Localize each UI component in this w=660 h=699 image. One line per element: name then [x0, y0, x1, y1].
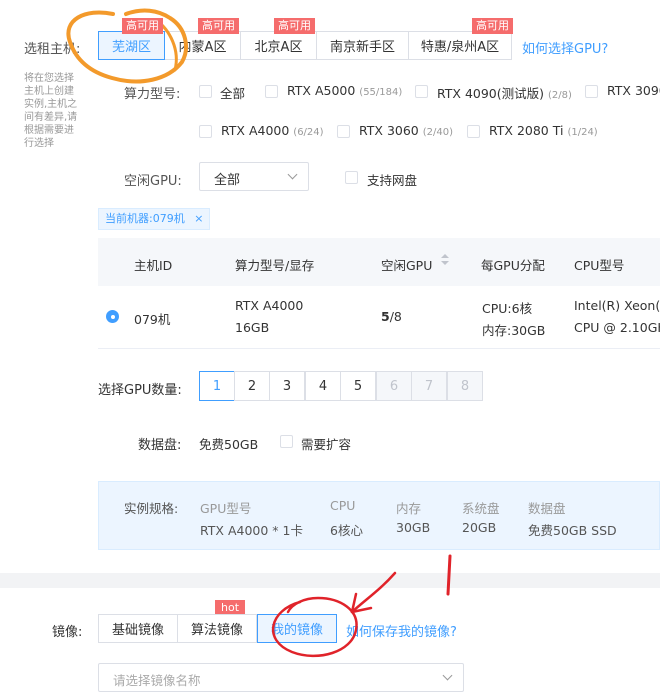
- netdisk-checkbox[interactable]: [345, 171, 358, 184]
- close-icon[interactable]: ×: [194, 212, 203, 225]
- host-mem-alloc: 内存:30GB: [482, 323, 546, 338]
- spec-sysdisk-header: 系统盘: [462, 501, 500, 516]
- high-availability-badge: 高可用: [122, 18, 163, 34]
- spec-label: 实例规格:: [124, 501, 179, 516]
- gpu-count-option-4[interactable]: 4: [305, 371, 341, 401]
- col-host-id: 主机ID: [134, 258, 173, 273]
- gpu-type-4090-label: RTX 4090(测试版) (2/8): [437, 86, 572, 101]
- image-tab-base[interactable]: 基础镜像: [98, 614, 178, 643]
- table-divider: [98, 348, 660, 349]
- gpu-count-option-1[interactable]: 1: [199, 371, 235, 401]
- host-row-radio[interactable]: [106, 310, 119, 323]
- region-note: 将在您选择主机上创建实例,主机之间有差异,请根据需要进行选择: [24, 73, 78, 149]
- chevron-down-icon: [287, 169, 298, 180]
- spec-mem-header: 内存: [396, 501, 422, 516]
- spec-cpu-value: 6核心: [330, 523, 363, 538]
- gpu-type-a5000-label: RTX A5000 (55/184): [287, 83, 403, 98]
- sort-icon[interactable]: [441, 254, 449, 266]
- spec-sysdisk-value: 20GB: [462, 520, 497, 535]
- gpu-type-a5000-checkbox[interactable]: [265, 85, 278, 98]
- netdisk-label: 支持网盘: [367, 173, 418, 188]
- region-tab-beijing-a[interactable]: 北京A区: [240, 31, 317, 60]
- gpu-type-label: 算力型号:: [124, 87, 181, 102]
- spec-datadisk-value: 免费50GB SSD: [528, 523, 617, 538]
- image-tab-mine[interactable]: 我的镜像: [257, 614, 337, 643]
- region-tab-neimeng-a[interactable]: 内蒙A区: [164, 31, 241, 60]
- region-tab-nanjing-novice[interactable]: 南京新手区: [316, 31, 409, 60]
- region-tab-wuhu[interactable]: 芜湖区: [98, 31, 165, 60]
- gpu-count-option-6: 6: [376, 371, 412, 401]
- col-cpu-model: CPU型号: [574, 258, 625, 273]
- free-gpu-select-value: 全部: [214, 173, 241, 188]
- gpu-count-label: 选择GPU数量:: [98, 383, 182, 398]
- how-to-choose-gpu-link[interactable]: 如何选择GPU?: [522, 38, 608, 57]
- gpu-type-3090-checkbox[interactable]: [585, 85, 598, 98]
- image-tab-algorithm[interactable]: 算法镜像: [177, 614, 257, 643]
- host-cpu-alloc: CPU:6核: [482, 301, 533, 316]
- region-label: 选租主机:: [24, 42, 81, 57]
- gpu-count-option-2[interactable]: 2: [234, 371, 270, 401]
- data-disk-label: 数据盘:: [138, 438, 182, 453]
- expand-disk-checkbox[interactable]: [280, 435, 293, 448]
- spec-gpu-header: GPU型号: [200, 501, 252, 516]
- host-free-gpu: 5/8: [381, 309, 402, 324]
- data-disk-value: 免费50GB: [199, 437, 259, 452]
- gpu-type-3060-label: RTX 3060 (2/40): [359, 123, 454, 138]
- expand-disk-label: 需要扩容: [301, 437, 352, 452]
- col-gpu-model: 算力型号/显存: [235, 258, 315, 273]
- host-cpu-model-line1: Intel(R) Xeon(R: [574, 298, 660, 313]
- gpu-type-2080ti-label: RTX 2080 Ti (1/24): [489, 123, 598, 138]
- host-table-header: 主机ID 算力型号/显存 空闲GPU 每GPU分配 CPU型号: [98, 238, 660, 286]
- free-gpu-select[interactable]: 全部: [199, 162, 309, 191]
- how-to-save-image-link[interactable]: 如何保存我的镜像?: [346, 621, 457, 640]
- chevron-down-icon: [442, 670, 453, 681]
- instance-spec-box: 实例规格: GPU型号 RTX A4000 * 1卡 CPU 6核心 内存 30…: [98, 481, 660, 550]
- host-vram: 16GB: [235, 320, 270, 335]
- gpu-type-a4000-label: RTX A4000 (6/24): [221, 123, 324, 138]
- host-gpu-model: RTX A4000: [235, 298, 304, 313]
- current-machine-tag: 当前机器:079机 ×: [98, 208, 211, 230]
- gpu-count-option-8: 8: [447, 371, 483, 401]
- gpu-type-3090-label: RTX 3090: [607, 83, 660, 98]
- high-availability-badge: 高可用: [472, 18, 513, 34]
- page: 选租主机: 将在您选择主机上创建实例,主机之间有差异,请根据需要进行选择 芜湖区…: [0, 0, 660, 699]
- col-per-gpu-alloc: 每GPU分配: [481, 258, 545, 273]
- gpu-type-2080ti-checkbox[interactable]: [467, 125, 480, 138]
- high-availability-badge: 高可用: [198, 18, 239, 34]
- high-availability-badge: 高可用: [274, 18, 315, 34]
- image-select-placeholder: 请选择镜像名称: [113, 673, 201, 688]
- gpu-type-all-checkbox[interactable]: [199, 85, 212, 98]
- gpu-type-all-label: 全部: [220, 86, 246, 101]
- image-label: 镜像:: [52, 625, 83, 640]
- spec-mem-value: 30GB: [396, 520, 431, 535]
- current-machine-tag-text: 当前机器:079机: [105, 212, 185, 225]
- region-tab-quanzhou-a[interactable]: 特惠/泉州A区: [408, 31, 512, 60]
- col-free-gpu[interactable]: 空闲GPU: [381, 255, 432, 274]
- gpu-type-3060-checkbox[interactable]: [337, 125, 350, 138]
- gpu-count-option-5[interactable]: 5: [340, 371, 376, 401]
- spec-cpu-header: CPU: [330, 498, 356, 513]
- host-cpu-model-line2: CPU @ 2.10GH: [574, 320, 660, 335]
- gpu-count-option-7: 7: [411, 371, 447, 401]
- host-id[interactable]: 079机: [134, 309, 170, 328]
- image-name-select[interactable]: 请选择镜像名称: [98, 663, 464, 692]
- spec-datadisk-header: 数据盘: [528, 501, 566, 516]
- gpu-type-a4000-checkbox[interactable]: [199, 125, 212, 138]
- free-gpu-label: 空闲GPU:: [124, 174, 182, 189]
- gpu-type-4090-checkbox[interactable]: [415, 85, 428, 98]
- spec-gpu-value: RTX A4000 * 1卡: [200, 523, 303, 538]
- gpu-count-option-3[interactable]: 3: [269, 371, 305, 401]
